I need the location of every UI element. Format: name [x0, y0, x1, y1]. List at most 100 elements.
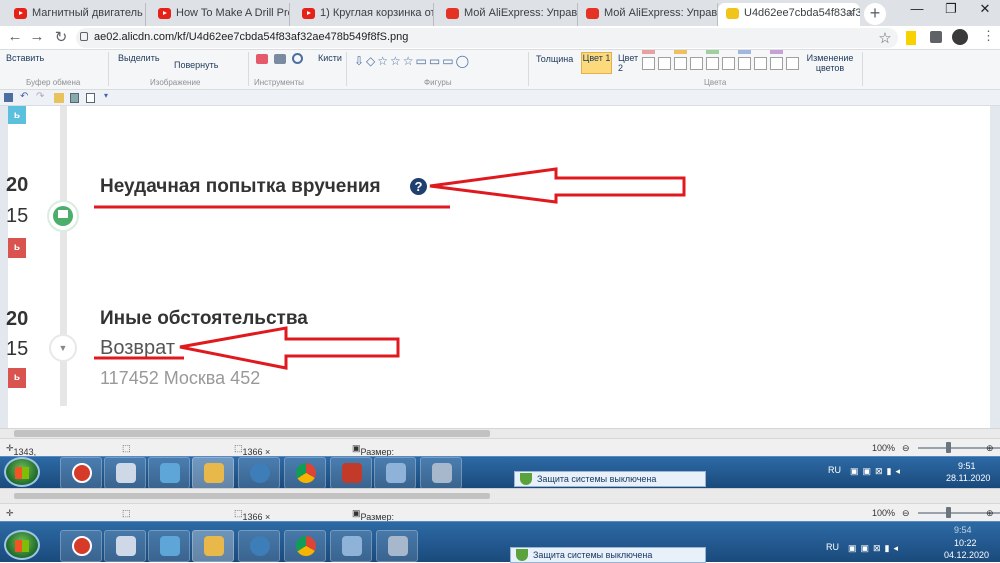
thickness-button[interactable]: Толщина: [536, 54, 573, 64]
color2-button[interactable]: Цвет 2: [618, 53, 638, 73]
open-icon[interactable]: [54, 93, 64, 103]
scrollbar-thumb[interactable]: [14, 493, 490, 499]
browser-tab[interactable]: Мой AliExpress: Управл: [578, 3, 718, 26]
zoom-slider-thumb[interactable]: [946, 507, 951, 518]
taskbar-app-active[interactable]: [192, 457, 234, 489]
language-indicator[interactable]: RU: [826, 542, 839, 552]
clock-time[interactable]: 9:51: [958, 461, 976, 471]
eraser-icon[interactable]: [256, 54, 268, 64]
color-swatch[interactable]: [706, 57, 719, 70]
zoom-slider-thumb[interactable]: [946, 442, 951, 453]
edit-colors-button[interactable]: Изменение цветов: [806, 53, 854, 73]
reload-icon[interactable]: ↻: [52, 28, 70, 46]
url-field[interactable]: ae02.alicdn.com/kf/U4d62ee7cbda54f83af32…: [76, 28, 898, 48]
taskbar-app[interactable]: [420, 457, 462, 489]
shapes-gallery[interactable]: ⇩◇☆☆☆▭▭▭◯: [354, 54, 471, 68]
copy-icon[interactable]: [70, 93, 79, 103]
color1-button[interactable]: Цвет 1: [581, 52, 612, 74]
taskbar-app[interactable]: [104, 530, 146, 562]
paste-small-icon[interactable]: [86, 93, 95, 103]
scrollbar-thumb[interactable]: [14, 430, 490, 437]
horizontal-scrollbar[interactable]: [0, 488, 1000, 503]
avatar[interactable]: [952, 29, 968, 45]
tab-label: Мой AliExpress: Управл: [604, 7, 718, 19]
taskbar-app[interactable]: [148, 530, 190, 562]
color-swatch[interactable]: [674, 57, 687, 70]
color-swatch[interactable]: [770, 50, 783, 54]
save-icon[interactable]: [4, 93, 13, 102]
horizontal-scrollbar[interactable]: [0, 428, 1000, 438]
security-notice[interactable]: Защита системы выключена: [510, 547, 706, 563]
security-notice[interactable]: Защита системы выключена: [514, 471, 706, 487]
taskbar-app-active[interactable]: [192, 530, 234, 562]
taskbar-app[interactable]: [60, 457, 102, 489]
zoom-out-icon[interactable]: ⊖: [902, 508, 910, 519]
picker-icon[interactable]: [274, 54, 286, 64]
taskbar-app[interactable]: [104, 457, 146, 489]
browser-tab[interactable]: How To Make A Drill Pre: [150, 3, 290, 26]
color-swatch[interactable]: [706, 50, 719, 54]
taskbar-app[interactable]: [284, 530, 326, 562]
back-icon[interactable]: ←: [6, 28, 24, 45]
color-swatch[interactable]: [722, 57, 735, 70]
taskbar-app[interactable]: [376, 530, 418, 562]
color-swatch[interactable]: [642, 50, 655, 54]
forward-icon[interactable]: →: [28, 28, 46, 45]
brushes-button[interactable]: Кисти: [318, 53, 342, 63]
taskbar-app[interactable]: [374, 457, 416, 489]
browser-tab-active[interactable]: U4d62ee7cbda54f83af3 ×: [718, 3, 860, 26]
taskbar-app[interactable]: [330, 457, 372, 489]
divider: [108, 52, 109, 86]
security-notice-text: Защита системы выключена: [537, 474, 657, 484]
close-tab-icon[interactable]: ×: [848, 3, 854, 24]
app-paint-icon: [204, 463, 224, 483]
color-swatch[interactable]: [658, 57, 671, 70]
start-button[interactable]: [4, 530, 40, 560]
taskbar-app[interactable]: [330, 530, 372, 562]
clock-date[interactable]: 04.12.2020: [944, 550, 989, 560]
divider: [528, 52, 529, 86]
color-swatch[interactable]: [770, 57, 783, 70]
zoom-in-icon[interactable]: ⊕: [986, 508, 994, 519]
taskbar-app[interactable]: [284, 457, 326, 489]
browser-tab[interactable]: Магнитный двигатель: [6, 3, 146, 26]
color-swatch[interactable]: [690, 57, 703, 70]
color-swatch[interactable]: [754, 57, 767, 70]
extension-icon[interactable]: [906, 31, 916, 45]
language-indicator[interactable]: RU: [828, 465, 841, 475]
taskbar-app[interactable]: [238, 457, 280, 489]
color-swatch[interactable]: [738, 50, 751, 54]
tray-icons[interactable]: ▣▣⊠▮◂: [848, 543, 902, 554]
rotate-button[interactable]: Повернуть: [174, 60, 218, 70]
zoom-in-icon[interactable]: ⊕: [986, 443, 994, 454]
browser-tab[interactable]: Мой AliExpress: Управл: [438, 3, 578, 26]
magnifier-icon[interactable]: [292, 53, 303, 64]
window-close-icon[interactable]: ✕: [974, 1, 996, 17]
color-swatch[interactable]: [674, 50, 687, 54]
bookmark-star-icon[interactable]: ☆: [876, 29, 894, 47]
taskbar-app[interactable]: [60, 530, 102, 562]
taskbar-app[interactable]: [148, 457, 190, 489]
paste-button[interactable]: Вставить: [6, 53, 44, 63]
color-swatch[interactable]: [786, 57, 799, 70]
customize-toolbar-icon[interactable]: ▾: [104, 91, 108, 100]
browser-tab[interactable]: 1) Круглая корзинка от: [294, 3, 434, 26]
color-swatch[interactable]: [738, 57, 751, 70]
puzzle-icon[interactable]: [930, 31, 942, 43]
clock-date[interactable]: 28.11.2020: [946, 473, 990, 483]
clock-time[interactable]: 10:22: [954, 538, 977, 548]
select-button[interactable]: Выделить: [118, 53, 160, 63]
redo-icon[interactable]: ↷: [36, 91, 44, 102]
new-tab-button[interactable]: +: [864, 3, 886, 25]
color-swatch[interactable]: [642, 57, 655, 70]
maximize-icon[interactable]: ❐: [940, 1, 962, 17]
taskbar-app[interactable]: [238, 530, 280, 562]
tab-label: U4d62ee7cbda54f83af3: [744, 7, 860, 19]
zoom-out-icon[interactable]: ⊖: [902, 443, 910, 454]
app-scanner-icon: [432, 463, 452, 483]
start-button[interactable]: [4, 457, 40, 487]
minimize-icon[interactable]: —: [906, 1, 928, 16]
menu-icon[interactable]: ⋮: [982, 28, 995, 44]
tray-icons[interactable]: ▣▣⊠▮◂: [850, 466, 904, 477]
undo-icon[interactable]: ↶: [20, 91, 28, 102]
